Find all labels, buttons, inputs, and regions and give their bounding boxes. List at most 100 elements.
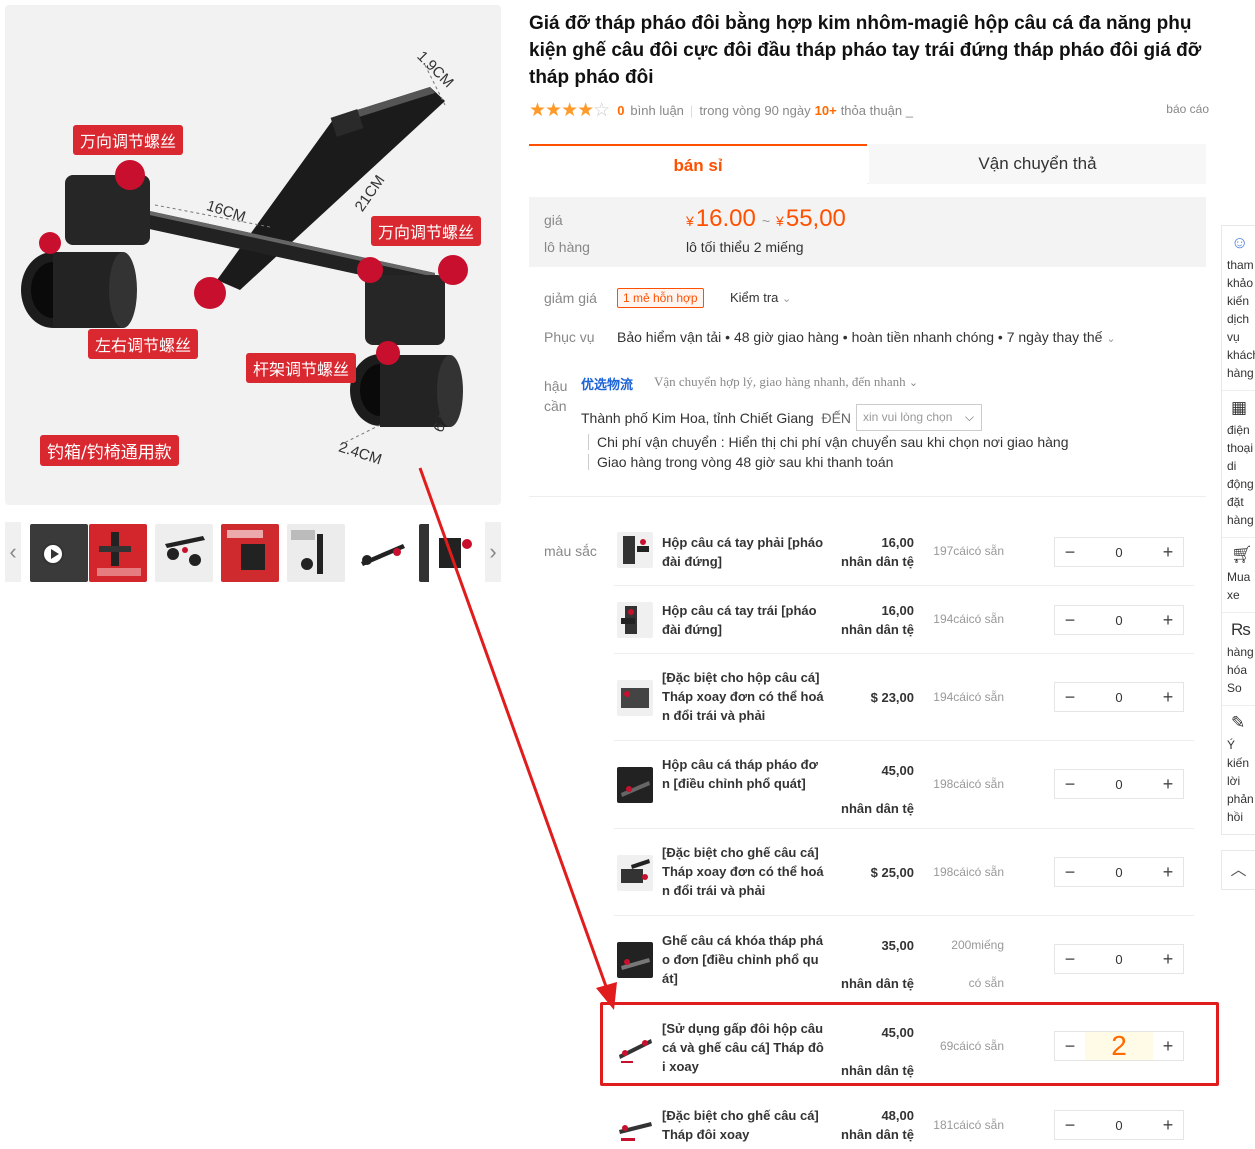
feedback-button[interactable]: ✎ Ý kiến lời phản hồi (1222, 706, 1255, 834)
quantity-stepper: − 0 + (1054, 857, 1184, 887)
increment-button[interactable]: + (1153, 606, 1183, 634)
decrement-button[interactable]: − (1055, 770, 1085, 798)
sku-stock: 198cáicó sẵn (933, 865, 1004, 879)
thumbnail[interactable] (353, 524, 411, 582)
right-toolbar: ☺ tham khảo kiến dịch vụ khách hàng ▦ đi… (1221, 225, 1255, 835)
service-text[interactable]: Bảo hiểm vận tải • 48 giờ giao hàng • ho… (617, 329, 1116, 345)
report-link[interactable]: báo cáo (1166, 102, 1209, 116)
quantity-input[interactable]: 0 (1085, 613, 1153, 628)
sku-name: Hộp câu cá tháp pháo đơn [điều chỉnh phổ… (662, 757, 818, 791)
quantity-input[interactable]: 0 (1085, 1118, 1153, 1133)
logistics-label: hậu cần (544, 378, 568, 414)
quantity-input[interactable]: 0 (1085, 952, 1153, 967)
discount-badge[interactable]: 1 mẻ hỗn hợp (617, 288, 704, 308)
sku-price: 48,00 nhân dân tệ (841, 1108, 914, 1142)
increment-button[interactable]: + (1153, 683, 1183, 711)
sku-stock: 200miếng có sẵn (951, 938, 1004, 990)
price-range: ¥16.00 ~ ¥55,00 (686, 205, 846, 232)
cart-icon: 🛒︎ (1231, 545, 1253, 564)
chevron-down-icon: ⌄ (1106, 333, 1116, 345)
check-dropdown[interactable]: Kiểm tra ⌄ (730, 290, 791, 305)
sku-thumbnail[interactable] (617, 532, 653, 568)
sku-thumbnail[interactable] (617, 767, 653, 803)
delivery-note: Giao hàng trong vòng 48 giờ sau khi than… (588, 454, 893, 470)
video-thumbnail[interactable] (30, 524, 88, 582)
sku-thumbnail[interactable] (617, 942, 653, 978)
thumbnail[interactable] (287, 524, 345, 582)
chevron-up-icon: ︿ (1230, 862, 1247, 879)
sku-thumbnail[interactable] (617, 1029, 653, 1065)
logistics-desc[interactable]: Vận chuyển hợp lý, giao hàng nhanh, đến … (654, 374, 918, 390)
sku-name: Ghế câu cá khóa tháp pháo đơn [điều chỉn… (662, 933, 824, 986)
thumbnail-next-button[interactable]: › (485, 522, 501, 582)
sku-row: Ghế câu cá khóa tháp pháo đơn [điều chỉn… (614, 916, 1194, 1003)
sku-thumbnail[interactable] (617, 855, 653, 891)
thumbnail[interactable] (89, 524, 147, 582)
chevron-down-icon: ⌵ (964, 410, 974, 424)
price-low: 16.00 (695, 205, 756, 232)
product-title: Giá đỡ tháp pháo đôi bằng hợp kim nhôm-m… (529, 13, 1202, 88)
customer-service-button[interactable]: ☺ tham khảo kiến dịch vụ khách hàng (1222, 226, 1255, 391)
image-label: 万向调节螺丝 (73, 125, 184, 155)
increment-button[interactable]: + (1153, 945, 1183, 973)
compare-button[interactable]: ₨ hàng hóa So (1222, 613, 1255, 706)
cart-button[interactable]: 🛒︎ Mua xe (1222, 538, 1255, 613)
mobile-order-button[interactable]: ▦ điện thoại di động đặt hàng (1222, 391, 1255, 538)
sku-stock: 181cáicó sẵn (933, 1118, 1004, 1132)
sku-price: 16,00 nhân dân tệ (841, 535, 914, 569)
thumbnail[interactable] (419, 524, 481, 582)
destination-select[interactable]: xin vui lòng chọn ⌵ (856, 404, 982, 431)
scroll-top-button[interactable]: ︿ (1221, 850, 1255, 890)
rating-row: ★★★★☆ 0 bình luận | trong vòng 90 ngày 1… (529, 99, 1209, 121)
quantity-input[interactable]: 2 (1085, 1032, 1153, 1060)
increment-button[interactable]: + (1153, 1032, 1183, 1060)
sku-thumbnail[interactable] (617, 1110, 653, 1146)
sku-row: [Đặc biệt cho hộp câu cá] Tháp xoay đơn … (614, 654, 1194, 741)
deals-label: thỏa thuận _ (840, 102, 913, 118)
color-label: màu sắc (544, 543, 597, 559)
tab-dropship[interactable]: Vận chuyển thả (869, 144, 1206, 184)
decrement-button[interactable]: − (1055, 1111, 1085, 1139)
decrement-button[interactable]: − (1055, 858, 1085, 886)
quantity-input[interactable]: 0 (1085, 777, 1153, 792)
thumbnail-prev-button[interactable]: ‹ (5, 522, 21, 582)
chevron-down-icon: ⌄ (908, 377, 919, 389)
reviews-count[interactable]: 0 (617, 103, 624, 118)
sku-thumbnail[interactable] (617, 602, 653, 638)
quantity-stepper: − 0 + (1054, 537, 1184, 567)
increment-button[interactable]: + (1153, 858, 1183, 886)
tab-wholesale[interactable]: bán sỉ (529, 144, 867, 184)
reviews-label[interactable]: bình luận (630, 103, 684, 118)
sku-thumbnail[interactable] (617, 680, 653, 716)
image-label: 钓箱/钓椅通用款 (40, 435, 179, 466)
sku-price: 45,00 nhân dân tệ (841, 763, 914, 816)
increment-button[interactable]: + (1153, 1111, 1183, 1139)
sku-row: [Đặc biệt cho ghế câu cá] Tháp xoay đơn … (614, 829, 1194, 916)
image-label: 杆架调节螺丝 (246, 353, 357, 383)
chevron-down-icon: ⌄ (782, 293, 792, 305)
quantity-input[interactable]: 0 (1085, 690, 1153, 705)
thumbnail[interactable] (221, 524, 279, 582)
star-rating: ★★★★☆ (529, 99, 610, 121)
decrement-button[interactable]: − (1055, 1032, 1085, 1060)
sku-name: Hộp câu cá tay trái [pháo đài đứng] (662, 603, 817, 637)
edit-icon: ✎ (1231, 713, 1246, 732)
image-label: 左右调节螺丝 (88, 329, 199, 359)
decrement-button[interactable]: − (1055, 945, 1085, 973)
decrement-button[interactable]: − (1055, 538, 1085, 566)
quantity-stepper: − 0 + (1054, 1110, 1184, 1140)
decrement-button[interactable]: − (1055, 606, 1085, 634)
period-label: trong vòng 90 ngày (699, 102, 811, 118)
decrement-button[interactable]: − (1055, 683, 1085, 711)
batch-label: lô hàng (544, 239, 590, 255)
qr-code-icon: ▦ (1231, 398, 1248, 417)
main-product-image[interactable]: 万向调节螺丝 万向调节螺丝 左右调节螺丝 杆架调节螺丝 钓箱/钓椅通用款 1.9… (5, 5, 501, 505)
increment-button[interactable]: + (1153, 770, 1183, 798)
shipping-cost-note: Chi phí vận chuyển : Hiển thị chi phí vậ… (588, 434, 1068, 450)
sku-name: [Đặc biệt cho ghế câu cá] Tháp xoay đơn … (662, 845, 824, 898)
quantity-input[interactable]: 0 (1085, 545, 1153, 560)
quantity-input[interactable]: 0 (1085, 865, 1153, 880)
sku-row: Hộp câu cá tháp pháo đơn [điều chỉnh phổ… (614, 741, 1194, 829)
increment-button[interactable]: + (1153, 538, 1183, 566)
thumbnail[interactable] (155, 524, 213, 582)
